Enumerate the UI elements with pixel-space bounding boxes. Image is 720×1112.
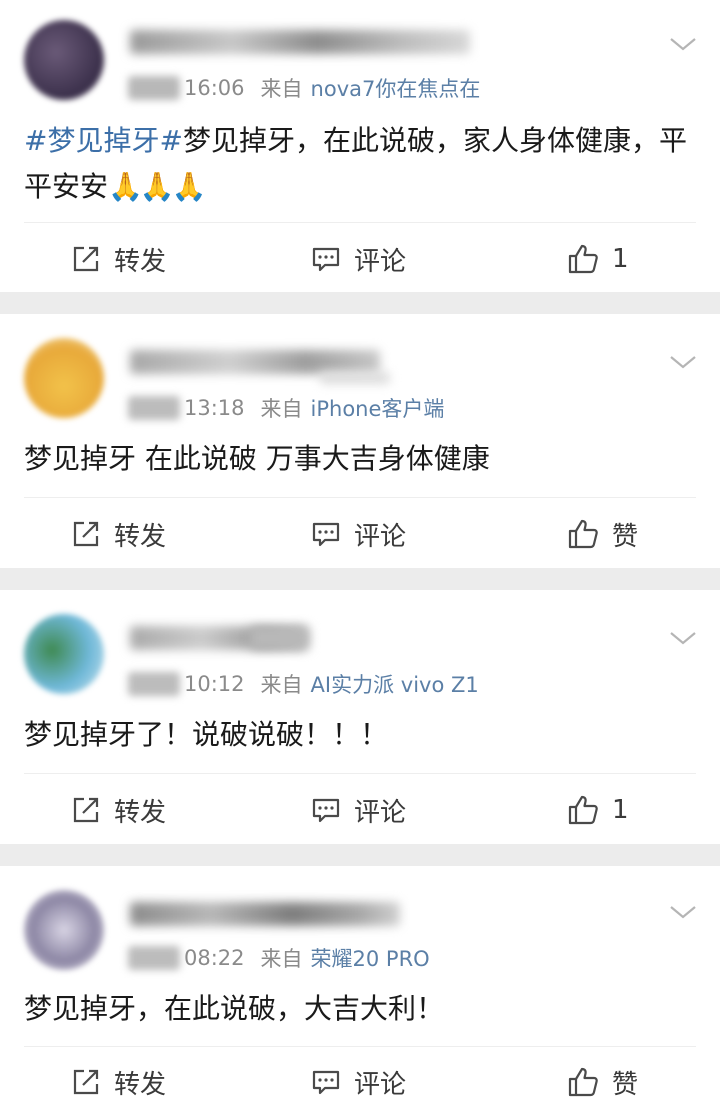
like-button[interactable]: 赞: [566, 504, 638, 564]
avatar[interactable]: [24, 20, 104, 100]
like-label: 赞: [612, 521, 639, 552]
chevron-down-icon[interactable]: [668, 352, 698, 372]
action-bar: 转发 评论 赞: [0, 504, 720, 564]
thumbs-up-icon: [566, 242, 600, 276]
username-blurred[interactable]: [130, 30, 470, 54]
avatar[interactable]: [24, 614, 104, 694]
post-time: 10:12: [184, 672, 245, 696]
post-text: 梦见掉牙 在此说破 万事大吉身体健康: [24, 442, 490, 475]
comment-icon: [310, 243, 342, 275]
repost-label: 转发: [114, 797, 167, 828]
repost-button[interactable]: 转发: [70, 504, 166, 564]
post-meta: 08:22 来自 荣耀20 PRO: [184, 944, 430, 972]
comment-icon: [310, 1066, 342, 1098]
post-divider: [0, 844, 720, 866]
post-divider: [0, 568, 720, 590]
repost-icon: [70, 518, 102, 550]
repost-label: 转发: [114, 1069, 167, 1100]
comment-button[interactable]: 评论: [310, 229, 406, 289]
chevron-down-icon[interactable]: [668, 628, 698, 648]
action-separator: [24, 222, 696, 223]
date-blurred: [128, 396, 180, 420]
post-content: 梦见掉牙了！说破说破！！！: [24, 712, 698, 758]
like-count: 1: [612, 795, 629, 825]
action-separator: [24, 1046, 696, 1047]
post-card-3: 10:12 来自 AI实力派 vivo Z1 梦见掉牙了！说破说破！！！ 转发 …: [0, 590, 720, 844]
action-separator: [24, 773, 696, 774]
comment-button[interactable]: 评论: [310, 780, 406, 840]
username-blurred-extra: [250, 626, 306, 650]
action-bar: 转发 评论 赞: [0, 1052, 720, 1112]
from-label: 来自: [260, 77, 303, 101]
post-time: 16:06: [184, 76, 245, 100]
like-label: 赞: [612, 1069, 639, 1100]
emoji-praying-hands: 🙏🙏🙏: [108, 170, 207, 203]
from-label: 来自: [260, 947, 303, 971]
thumbs-up-icon: [566, 517, 600, 551]
chevron-down-icon[interactable]: [668, 34, 698, 54]
post-card-1: 16:06 来自 nova7你在焦点在 #梦见掉牙#梦见掉牙，在此说破，家人身体…: [0, 0, 720, 292]
post-card-2: 13:18 来自 iPhone客户端 梦见掉牙 在此说破 万事大吉身体健康 转发…: [0, 314, 720, 568]
avatar[interactable]: [24, 338, 104, 418]
device-link[interactable]: 荣耀20 PRO: [311, 943, 430, 973]
post-meta: 16:06 来自 nova7你在焦点在: [184, 74, 480, 102]
repost-button[interactable]: 转发: [70, 780, 166, 840]
thumbs-up-icon: [566, 793, 600, 827]
like-button[interactable]: 1: [566, 780, 629, 840]
post-text: 梦见掉牙，在此说破，大吉大利！: [24, 992, 445, 1025]
repost-button[interactable]: 转发: [70, 1052, 166, 1112]
repost-icon: [70, 794, 102, 826]
comment-label: 评论: [354, 246, 407, 277]
action-bar: 转发 评论 1: [0, 780, 720, 840]
repost-button[interactable]: 转发: [70, 229, 166, 289]
post-divider: [0, 292, 720, 314]
post-content: 梦见掉牙 在此说破 万事大吉身体健康: [24, 436, 698, 482]
post-time: 08:22: [184, 946, 245, 970]
like-count: 1: [612, 244, 629, 274]
comment-button[interactable]: 评论: [310, 1052, 406, 1112]
repost-icon: [70, 243, 102, 275]
username-blurred-extra: [320, 372, 390, 384]
comment-button[interactable]: 评论: [310, 504, 406, 564]
post-content: 梦见掉牙，在此说破，大吉大利！: [24, 986, 698, 1032]
post-text: 梦见掉牙了！说破说破！！！: [24, 718, 389, 751]
repost-icon: [70, 1066, 102, 1098]
comment-label: 评论: [354, 797, 407, 828]
comment-icon: [310, 518, 342, 550]
chevron-down-icon[interactable]: [668, 902, 698, 922]
device-link[interactable]: AI实力派 vivo Z1: [311, 669, 479, 699]
post-content: #梦见掉牙#梦见掉牙，在此说破，家人身体健康，平平安安🙏🙏🙏: [24, 118, 698, 210]
post-time: 13:18: [184, 396, 245, 420]
post-meta: 13:18 来自 iPhone客户端: [184, 394, 444, 422]
repost-label: 转发: [114, 521, 167, 552]
repost-label: 转发: [114, 246, 167, 277]
date-blurred: [128, 946, 180, 970]
avatar[interactable]: [24, 890, 104, 970]
post-card-4: 08:22 来自 荣耀20 PRO 梦见掉牙，在此说破，大吉大利！ 转发 评论 …: [0, 866, 720, 1108]
comment-label: 评论: [354, 521, 407, 552]
date-blurred: [128, 672, 180, 696]
action-bar: 转发 评论 1: [0, 229, 720, 289]
action-separator: [24, 497, 696, 498]
like-button[interactable]: 赞: [566, 1052, 638, 1112]
username-blurred[interactable]: [130, 902, 400, 926]
thumbs-up-icon: [566, 1065, 600, 1099]
device-link[interactable]: nova7你在焦点在: [311, 73, 481, 103]
from-label: 来自: [260, 673, 303, 697]
like-button[interactable]: 1: [566, 229, 629, 289]
date-blurred: [128, 76, 180, 100]
from-label: 来自: [260, 397, 303, 421]
comment-icon: [310, 794, 342, 826]
post-meta: 10:12 来自 AI实力派 vivo Z1: [184, 670, 479, 698]
topic-link[interactable]: #梦见掉牙#: [24, 124, 183, 157]
comment-label: 评论: [354, 1069, 407, 1100]
device-link[interactable]: iPhone客户端: [311, 393, 445, 423]
username-blurred[interactable]: [130, 350, 380, 374]
